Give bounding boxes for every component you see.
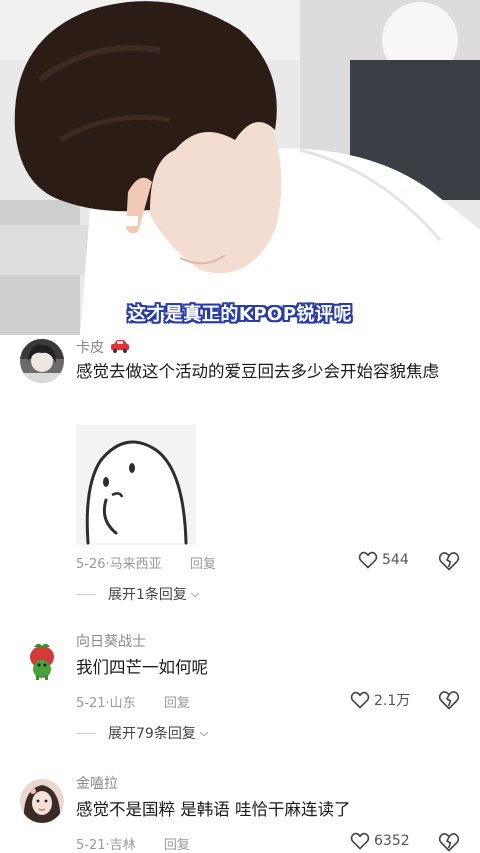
broken-heart-icon[interactable] xyxy=(438,832,460,852)
chevron-down-icon: ⌵ xyxy=(199,726,209,739)
comment-text: 感觉不是国粹 是韩语 哇恰干麻连读了 xyxy=(76,800,351,819)
broken-heart-icon[interactable] xyxy=(438,551,460,571)
user-avatar[interactable] xyxy=(20,339,64,383)
user-avatar[interactable] xyxy=(20,637,64,681)
car-emoji-icon xyxy=(111,340,130,353)
reply-button[interactable]: 回复 xyxy=(190,557,216,572)
heart-outline-icon xyxy=(350,691,370,709)
video-player[interactable]: 这才是真正的KPOP锐评呢 xyxy=(0,0,480,335)
comment-username[interactable]: 卡皮 xyxy=(76,337,130,357)
chevron-down-icon: ⌵ xyxy=(190,587,200,600)
heart-outline-icon xyxy=(350,832,370,850)
reply-button[interactable]: 回复 xyxy=(164,838,190,853)
comment-username[interactable]: 金嗑拉 xyxy=(76,773,118,793)
like-count: 6352 xyxy=(374,833,410,849)
like-button[interactable]: 2.1万 xyxy=(350,690,410,710)
expand-replies-button[interactable]: 展开79条回复 ⌵ xyxy=(76,723,208,743)
broken-heart-icon[interactable] xyxy=(438,690,460,710)
comment-text: 感觉去做这个活动的爱豆回去多少会开始容貌焦虑 xyxy=(76,362,439,381)
comment-sticker-image[interactable] xyxy=(76,425,196,545)
video-frame xyxy=(0,0,480,335)
avatar-image xyxy=(20,339,64,383)
avatar-image xyxy=(20,637,64,681)
video-subtitle: 这才是真正的KPOP锐评呢 xyxy=(127,304,353,325)
avatar-image xyxy=(20,779,64,823)
divider-line xyxy=(76,732,96,734)
heart-outline-icon xyxy=(358,551,378,569)
reply-button[interactable]: 回复 xyxy=(164,696,190,711)
like-count: 544 xyxy=(382,552,409,568)
ghost-sticker xyxy=(76,425,196,545)
divider-line xyxy=(76,593,96,595)
comment-text: 我们四芒一如何呢 xyxy=(76,658,208,677)
comment-meta: 5-21·山东 回复 xyxy=(76,696,190,711)
expand-replies-button[interactable]: 展开1条回复 ⌵ xyxy=(76,584,199,604)
comment-list[interactable]: 卡皮 感觉去做这个活动的爱豆回去多少会开始容貌焦虑 5-26·马来西亚 回复 5… xyxy=(0,335,480,853)
user-avatar[interactable] xyxy=(20,779,64,823)
like-button[interactable]: 6352 xyxy=(350,832,410,850)
like-button[interactable]: 544 xyxy=(358,551,409,569)
comment-username[interactable]: 向日葵战士 xyxy=(76,631,146,651)
like-count: 2.1万 xyxy=(374,693,411,709)
comment-meta: 5-21·吉林 回复 xyxy=(76,838,190,853)
comment-meta: 5-26·马来西亚 回复 xyxy=(76,557,216,572)
